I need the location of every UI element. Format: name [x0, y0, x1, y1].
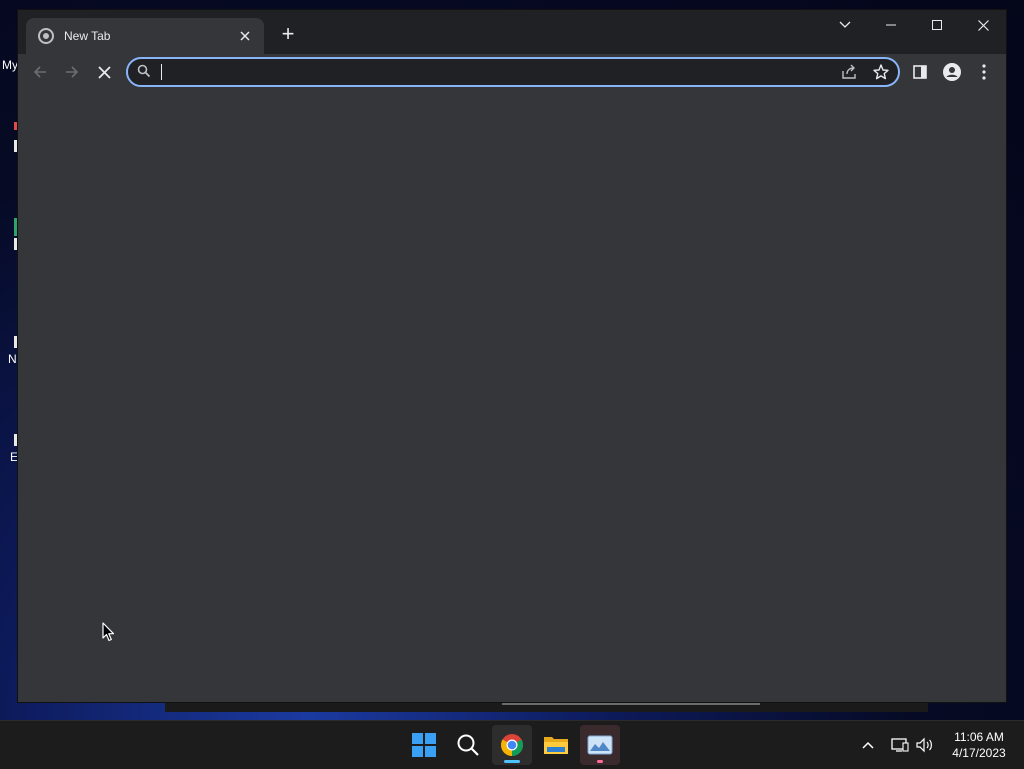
back-button[interactable]: [26, 58, 54, 86]
text-caret: [161, 64, 162, 80]
stop-loading-button[interactable]: [90, 58, 118, 86]
start-button[interactable]: [404, 725, 444, 765]
photos-icon: [587, 735, 613, 755]
kebab-menu-icon: [982, 64, 986, 80]
forward-button[interactable]: [58, 58, 86, 86]
side-panel-button[interactable]: [906, 58, 934, 86]
taskbar-file-explorer-button[interactable]: [536, 725, 576, 765]
clock-time: 11:06 AM: [954, 730, 1004, 744]
background-window-scrollbar[interactable]: [502, 702, 760, 705]
menu-button[interactable]: [970, 58, 998, 86]
tab-new-tab[interactable]: New Tab: [26, 18, 264, 54]
new-tab-button[interactable]: +: [276, 23, 300, 47]
star-icon: [873, 64, 889, 80]
search-icon: [457, 734, 479, 756]
close-window-button[interactable]: [960, 10, 1006, 40]
clock-date: 4/17/2023: [952, 746, 1006, 760]
taskbar-search-button[interactable]: [448, 725, 488, 765]
close-icon: [240, 31, 250, 41]
tab-close-button[interactable]: [236, 27, 254, 45]
minimize-icon: [886, 24, 896, 26]
mouse-cursor-icon: [102, 622, 115, 642]
maximize-button[interactable]: [914, 10, 960, 40]
chrome-icon: [501, 734, 523, 756]
running-indicator: [597, 760, 603, 763]
chrome-newtab-icon: [38, 28, 54, 44]
bookmark-button[interactable]: [872, 63, 890, 81]
desktop-icon-label[interactable]: E: [10, 450, 18, 464]
arrow-left-icon: [33, 66, 46, 78]
taskbar-photos-button[interactable]: [580, 725, 620, 765]
system-clock[interactable]: 11:06 AM 4/17/2023: [944, 729, 1014, 761]
running-indicator: [504, 760, 520, 763]
close-icon: [977, 19, 989, 31]
tab-title: New Tab: [64, 29, 111, 43]
desktop-icon-label[interactable]: My: [2, 58, 18, 72]
network-icon: [891, 738, 909, 752]
speaker-icon: [916, 737, 932, 753]
stop-x-icon: [97, 65, 111, 79]
tray-overflow-button[interactable]: [858, 735, 878, 755]
network-button[interactable]: [890, 735, 910, 755]
arrow-right-icon: [66, 66, 79, 78]
chrome-window: New Tab +: [18, 10, 1006, 702]
chevron-up-icon: [862, 741, 874, 749]
tab-search-button[interactable]: [822, 10, 868, 40]
profile-icon: [943, 63, 961, 81]
side-panel-icon: [913, 65, 927, 79]
taskbar: 11:06 AM 4/17/2023: [0, 720, 1024, 769]
minimize-button[interactable]: [868, 10, 914, 40]
share-icon: [842, 64, 856, 79]
address-input[interactable]: [158, 61, 822, 83]
taskbar-chrome-button[interactable]: [492, 725, 532, 765]
chevron-down-icon: [839, 21, 851, 28]
profile-button[interactable]: [938, 58, 966, 86]
desktop-icon-label[interactable]: N: [8, 352, 17, 366]
windows-start-icon: [412, 733, 436, 757]
share-button[interactable]: [840, 63, 858, 81]
volume-button[interactable]: [915, 735, 935, 755]
folder-icon: [544, 737, 568, 754]
search-icon: [137, 64, 151, 78]
address-bar[interactable]: [126, 57, 900, 87]
browser-toolbar: [18, 54, 1006, 90]
tab-strip: New Tab +: [18, 10, 1006, 54]
maximize-icon: [932, 20, 942, 30]
page-content[interactable]: [18, 90, 1006, 702]
